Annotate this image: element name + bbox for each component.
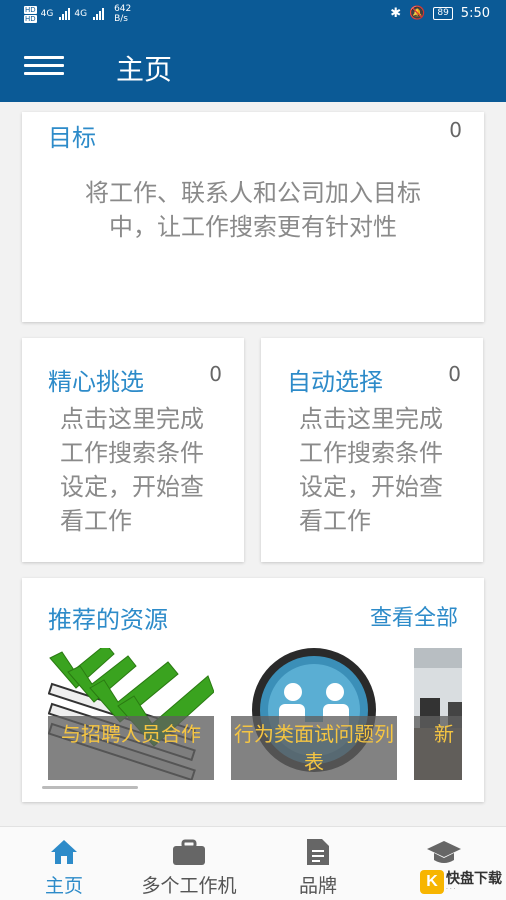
watermark-logo: K 快盘下载 · · · [420, 868, 502, 896]
resource-tile-interview[interactable]: 行为类面试问题列表 [231, 648, 397, 780]
watermark-subtext: · · · [446, 885, 456, 893]
network-type-2: HD [24, 14, 37, 23]
net-label-1: 4G [40, 9, 54, 19]
resources-carousel[interactable]: 与招聘人员合作 行为类面试问题列表 新 [48, 648, 462, 780]
nav-item-home[interactable]: 主页 [36, 837, 92, 898]
app-bar: 主页 [0, 30, 506, 102]
carousel-scrollbar[interactable] [42, 786, 138, 789]
mute-bell-icon: 🔕 [409, 6, 426, 21]
watermark-letter: K [420, 870, 444, 894]
curated-card-description: 点击这里完成工作搜索条件设定，开始查看工作 [60, 405, 204, 535]
curated-card-title: 精心挑选 [48, 368, 144, 396]
clock: 5:50 [460, 6, 490, 21]
resource-caption-office: 新 [414, 716, 462, 780]
nav-label-home: 主页 [44, 875, 83, 897]
nav-label-brand: 品牌 [298, 875, 337, 897]
briefcase-icon [173, 839, 205, 865]
view-all-link[interactable]: 查看全部 [370, 600, 458, 632]
network-speed-unit: B/s [114, 14, 128, 24]
document-icon [307, 839, 329, 865]
network-speed: 642 B/s [114, 4, 131, 24]
watermark-text: 快盘下载 [446, 870, 502, 887]
resource-tile-recruiter[interactable]: 与招聘人员合作 [48, 648, 214, 780]
target-card-count: 0 [449, 118, 462, 142]
battery-icon: 89 [433, 7, 453, 20]
network-type-indicator: HD HD [24, 5, 37, 23]
auto-select-card-description: 点击这里完成工作搜索条件设定，开始查看工作 [299, 405, 443, 535]
nav-item-education[interactable] [420, 837, 468, 871]
status-bar: HD HD 4G 4G 642 B/s ✱ 🔕 89 5:50 [0, 0, 506, 30]
graduation-cap-icon [427, 841, 461, 863]
home-icon [51, 840, 77, 864]
auto-select-card-title: 自动选择 [287, 368, 383, 396]
nav-item-brand[interactable]: 品牌 [288, 837, 348, 898]
auto-select-card-count: 0 [448, 362, 461, 386]
resource-tile-office[interactable]: 新 [414, 648, 462, 780]
page-title: 主页 [116, 53, 173, 86]
net-label-2: 4G [74, 9, 88, 19]
hamburger-menu-icon[interactable] [24, 56, 64, 76]
network-speed-value: 642 [114, 4, 132, 14]
resources-title: 推荐的资源 [48, 606, 168, 634]
target-card-title: 目标 [48, 124, 96, 152]
signal-strength-icon-2 [93, 8, 105, 20]
target-card-description: 将工作、联系人和公司加入目标中，让工作搜索更有针对性 [85, 179, 421, 241]
curated-card[interactable]: 精心挑选 0 点击这里完成工作搜索条件设定，开始查看工作 [22, 338, 244, 562]
nav-item-jobs[interactable]: 多个工作机 [124, 837, 254, 898]
curated-card-count: 0 [209, 362, 222, 386]
nav-label-jobs: 多个工作机 [141, 875, 237, 897]
target-card[interactable]: 目标 0 将工作、联系人和公司加入目标中，让工作搜索更有针对性 [22, 112, 484, 322]
resource-caption-recruiter: 与招聘人员合作 [48, 716, 214, 780]
signal-strength-icon [59, 8, 71, 20]
network-type-1: HD [24, 5, 37, 14]
auto-select-card[interactable]: 自动选择 0 点击这里完成工作搜索条件设定，开始查看工作 [261, 338, 483, 562]
resources-card: 推荐的资源 查看全部 与招聘人员合作 行为类面试问题列表 新 [22, 578, 484, 802]
bluetooth-icon: ✱ [390, 6, 402, 21]
resource-caption-interview: 行为类面试问题列表 [231, 716, 397, 780]
